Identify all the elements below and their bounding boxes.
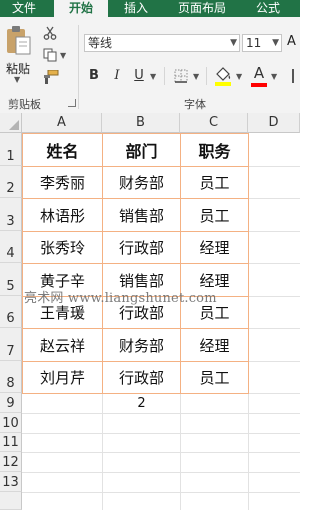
- copy-button[interactable]: [42, 47, 58, 63]
- format-painter-icon: [44, 70, 59, 84]
- ribbon-tab-bar: 文件 开始 插入 页面布局 公式: [0, 0, 300, 17]
- row-header-5[interactable]: 5: [0, 263, 22, 296]
- gridline: [22, 413, 300, 414]
- cell-b9[interactable]: 2: [102, 393, 181, 413]
- cell-c4[interactable]: 经理: [180, 231, 249, 264]
- spreadsheet-grid: A B C D 1 2 3 4 5 6 7 8 9 10 11 12 13 姓名…: [0, 113, 300, 510]
- row-header-3[interactable]: 3: [0, 198, 22, 231]
- tab-page-layout[interactable]: 页面布局: [170, 0, 234, 17]
- row-header-10[interactable]: 10: [0, 413, 22, 433]
- row-header-12[interactable]: 12: [0, 452, 22, 472]
- font-size-value: 11: [246, 36, 262, 50]
- group-separator: [78, 25, 79, 109]
- gridline: [22, 433, 300, 434]
- phonetic-guide-icon: [292, 69, 294, 83]
- cell-b7[interactable]: 财务部: [102, 328, 181, 362]
- fill-color-dropdown-icon[interactable]: ▼: [236, 72, 242, 81]
- bold-button[interactable]: B: [86, 67, 102, 85]
- cell-a1[interactable]: 姓名: [22, 133, 103, 167]
- paste-icon: [7, 26, 31, 55]
- tab-insert[interactable]: 插入: [112, 0, 160, 17]
- fill-bucket-icon: [215, 67, 231, 86]
- underline-dropdown-icon[interactable]: ▼: [150, 72, 156, 81]
- copy-icon: [43, 48, 57, 62]
- ribbon: 粘贴 ▼ ▼ 剪贴板 等线 ▼ 11 ▼ A B I U ▼ ▼ ▼ A ▼ 字…: [0, 17, 300, 114]
- paste-dropdown-icon[interactable]: ▼: [14, 75, 20, 84]
- border-icon: [174, 69, 188, 83]
- font-group-label: 字体: [184, 98, 206, 111]
- italic-button[interactable]: I: [110, 67, 124, 85]
- clipboard-dialog-launcher-icon[interactable]: [68, 99, 76, 107]
- row-header-13[interactable]: 13: [0, 472, 22, 492]
- column-header-c[interactable]: C: [180, 113, 248, 133]
- row-header-7[interactable]: 7: [0, 328, 22, 361]
- gridline: [22, 452, 300, 453]
- cell-c8[interactable]: 员工: [180, 361, 249, 394]
- cell-b1[interactable]: 部门: [102, 133, 181, 167]
- select-all-button[interactable]: [0, 113, 22, 133]
- format-painter-button[interactable]: [42, 69, 60, 85]
- cell-b2[interactable]: 财务部: [102, 166, 181, 199]
- gridline: [22, 492, 300, 493]
- row-header-1[interactable]: 1: [0, 133, 22, 166]
- borders-button[interactable]: [172, 67, 190, 85]
- cell-b8[interactable]: 行政部: [102, 361, 181, 394]
- font-color-dropdown-icon[interactable]: ▼: [271, 72, 277, 81]
- scissors-icon: [43, 26, 57, 40]
- column-header-b[interactable]: B: [102, 113, 180, 133]
- font-color-button[interactable]: A: [252, 64, 266, 82]
- row-header-8[interactable]: 8: [0, 361, 22, 393]
- tab-formulas[interactable]: 公式: [244, 0, 292, 17]
- row-header-6[interactable]: 6: [0, 296, 22, 328]
- row-header-4[interactable]: 4: [0, 231, 22, 263]
- cell-a7[interactable]: 赵云祥: [22, 328, 103, 362]
- underline-button[interactable]: U: [132, 67, 146, 85]
- copy-dropdown-icon[interactable]: ▼: [60, 51, 66, 60]
- select-all-icon: [9, 120, 19, 130]
- row-header-11[interactable]: 11: [0, 433, 22, 452]
- row-header-14[interactable]: [0, 492, 22, 510]
- cell-a4[interactable]: 张秀玲: [22, 231, 103, 264]
- font-family-value: 等线: [88, 36, 113, 50]
- font-color-swatch: [251, 83, 267, 87]
- group-separator: [164, 67, 165, 85]
- cell-c2[interactable]: 员工: [180, 166, 249, 199]
- gridline: [22, 472, 300, 473]
- tab-home[interactable]: 开始: [54, 0, 108, 17]
- column-header-d[interactable]: D: [248, 113, 300, 133]
- column-header-a[interactable]: A: [22, 113, 102, 133]
- cell-c3[interactable]: 员工: [180, 198, 249, 232]
- clipboard-group-label: 剪贴板: [8, 98, 41, 111]
- row-header-9[interactable]: 9: [0, 393, 22, 413]
- cut-button[interactable]: [42, 25, 58, 41]
- phonetic-guide-button[interactable]: [286, 67, 300, 85]
- increase-font-size-icon[interactable]: A: [287, 34, 296, 49]
- font-size-combo[interactable]: 11 ▼: [242, 34, 282, 52]
- borders-dropdown-icon[interactable]: ▼: [193, 72, 199, 81]
- row-header-2[interactable]: 2: [0, 166, 22, 198]
- cell-c1[interactable]: 职务: [180, 133, 249, 167]
- cell-b3[interactable]: 销售部: [102, 198, 181, 232]
- cell-c7[interactable]: 经理: [180, 328, 249, 362]
- cell-a2[interactable]: 李秀丽: [22, 166, 103, 199]
- font-family-dropdown-icon[interactable]: ▼: [230, 35, 237, 51]
- fill-color-button[interactable]: [214, 65, 232, 87]
- paste-button[interactable]: [4, 25, 34, 57]
- cell-a8[interactable]: 刘月芹: [22, 361, 103, 394]
- font-size-dropdown-icon[interactable]: ▼: [272, 35, 279, 51]
- cell-a3[interactable]: 林语彤: [22, 198, 103, 232]
- cell-b4[interactable]: 行政部: [102, 231, 181, 264]
- font-family-combo[interactable]: 等线 ▼: [84, 34, 240, 52]
- site-watermark: 亮术网 www.liangshunet.com: [24, 291, 217, 306]
- group-separator: [206, 67, 207, 85]
- tab-file[interactable]: 文件: [0, 0, 48, 17]
